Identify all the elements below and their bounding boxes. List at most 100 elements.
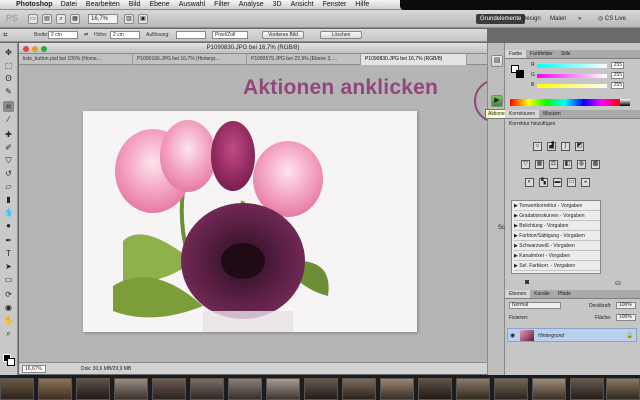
color-spectrum[interactable] [510,99,620,106]
camera-icon[interactable]: ◙ [525,279,529,286]
dock-thumbnail[interactable] [380,378,414,400]
move-tool-icon[interactable]: ✥ [3,47,14,58]
menu-ansicht[interactable]: Ansicht [291,1,314,8]
opacity-input[interactable]: 100% [616,302,636,309]
canvas-area[interactable] [19,65,487,362]
dock-thumbnail[interactable] [0,378,34,400]
list-item[interactable]: ▶ Farbton/Sättigung - Vorgaben [514,232,600,241]
dock-thumbnail[interactable] [494,378,528,400]
zoom-tool-icon[interactable]: ⌕ [56,14,66,24]
black-white-icon[interactable]: ◧ [563,160,572,169]
dodge-tool-icon[interactable]: ● [3,220,14,231]
resolution-unit-select[interactable]: Pixel/Zoll [212,31,248,39]
dock-thumbnail[interactable] [456,378,490,400]
actions-panel-icon[interactable]: ▶ [491,95,503,107]
posterize-icon[interactable]: ▚ [539,178,548,187]
tab-kanaele[interactable]: Kanäle [530,290,554,298]
clone-stamp-tool-icon[interactable]: ⛉ [3,155,14,166]
clip-icon[interactable]: ⛀ [615,279,621,287]
menu-bild[interactable]: Bild [129,1,141,8]
g-slider[interactable] [537,74,607,78]
zoom-tool-icon[interactable]: ⌕ [3,328,14,339]
background-color-swatch[interactable] [7,358,15,366]
color-balance-icon[interactable]: ⚖ [549,160,558,169]
curves-icon[interactable]: ∫ [561,142,570,151]
dock-thumbnail[interactable] [228,378,262,400]
3d-rotate-tool-icon[interactable]: ⟳ [3,289,14,300]
app-menu[interactable]: Photoshop [16,1,53,8]
type-tool-icon[interactable]: T [3,248,14,259]
exposure-icon[interactable]: ◩ [575,142,584,151]
tab-pfade[interactable]: Pfade [554,290,575,298]
dock-thumbnail[interactable] [190,378,224,400]
brightness-icon[interactable]: ☼ [533,142,542,151]
tab-stile[interactable]: Stile [557,50,575,58]
history-panel-icon[interactable]: ▤ [491,55,503,67]
menu-fenster[interactable]: Fenster [323,1,347,8]
tab-p1090166[interactable]: P1090166.JPG bei 16,7% (Hintergr... [133,54,247,65]
list-item[interactable]: ▶ Gradationskurven - Vorgaben [514,212,600,221]
tab-ebenen[interactable]: Ebenen [505,290,531,298]
list-item[interactable]: ▶ Kanalmixer - Vorgaben [514,252,600,261]
vibrance-icon[interactable]: ▽ [521,160,530,169]
dock-thumbnail[interactable] [114,378,148,400]
hoehe-input[interactable]: 2 cm [110,31,140,39]
list-item[interactable]: ▶ Belichtung - Vorgaben [514,222,600,231]
marquee-tool-icon[interactable]: ⬚ [3,60,14,71]
arrange-documents-icon[interactable]: ▥ [124,14,134,24]
blur-tool-icon[interactable]: 💧 [3,207,14,218]
crop-tool-icon[interactable]: ⌗ [3,101,14,112]
hand-tool-icon[interactable]: ✋ [3,315,14,326]
layer-row-hintergrund[interactable]: ◉ Hintergrund 🔒 [507,328,637,342]
vorderes-bild-button[interactable]: Vorderes Bild [262,31,304,39]
photo-filter-icon[interactable]: ◍ [577,160,586,169]
tab-farbfelder[interactable]: Farbfelder [526,50,557,58]
3d-camera-tool-icon[interactable]: ◉ [3,302,14,313]
tab-p1090830[interactable]: P1090830.JPG bei 16,7% (RGB/8) [361,54,467,65]
list-item[interactable]: ▶ Schwarzweiß - Vorgaben [514,242,600,251]
grayscale-spectrum[interactable] [620,99,630,106]
channel-mixer-icon[interactable]: ▩ [591,160,600,169]
menu-datei[interactable]: Datei [61,1,77,8]
bridge-icon[interactable]: ▭ [28,14,38,24]
b-value[interactable]: 255 [611,82,624,89]
selective-color-icon[interactable]: ◒ [581,178,590,187]
more-workspaces-button[interactable]: » [574,14,585,24]
path-selection-tool-icon[interactable]: ➤ [3,261,14,272]
eyedropper-tool-icon[interactable]: ⁄ [3,114,14,125]
levels-icon[interactable]: ▟ [547,142,556,151]
dock-thumbnail[interactable] [304,378,338,400]
dock-thumbnail[interactable] [606,378,640,400]
gradient-tool-icon[interactable]: ▮ [3,194,14,205]
threshold-icon[interactable]: ▬ [553,178,562,187]
workspace-malen[interactable]: Malen [546,14,570,24]
tab-farbe[interactable]: Farbe [505,50,527,58]
dock-thumbnail[interactable] [342,378,376,400]
dock-thumbnail[interactable] [418,378,452,400]
eraser-tool-icon[interactable]: ▱ [3,181,14,192]
menu-hilfe[interactable]: Hilfe [355,1,369,8]
visibility-eye-icon[interactable]: ◉ [510,332,515,339]
lasso-tool-icon[interactable]: ʘ [3,73,14,84]
menu-filter[interactable]: Filter [214,1,230,8]
list-item[interactable]: ▶ Sel. Farbkorr. - Vorgaben [514,262,600,271]
pen-tool-icon[interactable]: ✒ [3,235,14,246]
dock-thumbnail[interactable] [152,378,186,400]
dock-thumbnail[interactable] [38,378,72,400]
workspace-design[interactable]: Design [518,14,545,24]
tab-korrekturen[interactable]: Korrekturen [505,110,540,118]
color-panel-background[interactable] [516,70,524,78]
gradient-map-icon[interactable]: ▭ [567,178,576,187]
loeschen-button[interactable]: Löschen [320,31,362,39]
dock-thumbnail[interactable] [532,378,566,400]
aufloesung-input[interactable] [176,31,206,39]
breite-input[interactable]: 2 cm [48,31,78,39]
hue-saturation-icon[interactable]: ▦ [535,160,544,169]
zoom-level-select[interactable]: 16,7% [88,14,118,24]
shape-tool-icon[interactable]: ▭ [3,274,14,285]
menu-ebene[interactable]: Ebene [149,1,169,8]
invert-icon[interactable]: ◐ [525,178,534,187]
dock-thumbnail[interactable] [76,378,110,400]
list-item[interactable]: ▶ Tonwertkorrektur - Vorgaben [514,202,600,211]
history-brush-tool-icon[interactable]: ↺ [3,168,14,179]
